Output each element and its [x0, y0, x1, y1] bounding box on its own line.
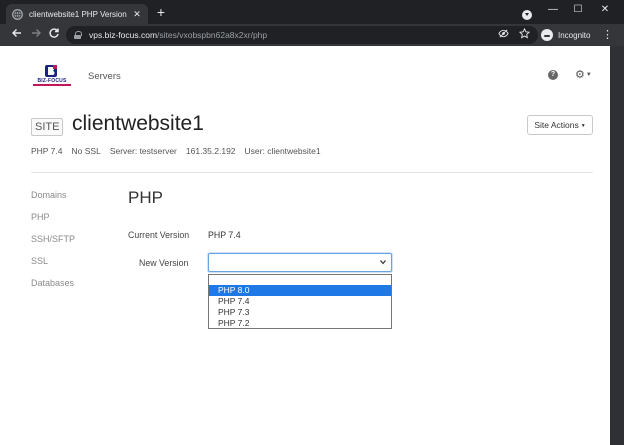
close-window-button[interactable]: ✕	[594, 2, 616, 18]
current-version-label: Current Version	[128, 230, 190, 240]
browser-titlebar: clientwebsite1 PHP Version - Biz ✕ + — ☐…	[0, 0, 624, 24]
dropdown-option-php-7-4[interactable]: PHP 7.4	[209, 296, 391, 307]
meta-ssl: No SSL	[71, 146, 101, 156]
gear-icon: ⚙	[575, 69, 585, 81]
browser-toolbar: vps.biz-focus.com/sites/vxobspbn62a8x2xr…	[0, 24, 624, 46]
chevron-down-icon	[379, 258, 387, 268]
page-viewport: BIZ-FOCUS Servers ? ⚙▼ SITE clientwebsit…	[0, 46, 610, 445]
help-circle-icon[interactable]: ?	[548, 70, 558, 80]
new-tab-button[interactable]: +	[154, 5, 168, 19]
caret-down-icon: ▼	[585, 72, 592, 79]
meta-user: User: clientwebsite1	[244, 146, 321, 156]
browser-tab[interactable]: clientwebsite1 PHP Version - Biz ✕	[6, 4, 148, 24]
new-version-select[interactable]	[208, 253, 392, 272]
kebab-menu-icon[interactable]: ⋮	[602, 27, 613, 43]
new-version-label: New Version	[139, 258, 189, 268]
nav-servers-link[interactable]: Servers	[88, 71, 121, 82]
site-tag: SITE	[31, 118, 64, 136]
meta-ip: 161.35.2.192	[185, 146, 236, 156]
lock-icon	[74, 31, 82, 39]
page-scrollbar[interactable]	[610, 46, 624, 445]
globe-icon	[12, 8, 23, 20]
sidebar-item-ssl[interactable]: SSL	[31, 256, 75, 278]
dropdown-option-php-7-3[interactable]: PHP 7.3	[209, 307, 391, 318]
incognito-icon	[541, 29, 553, 41]
divider	[31, 172, 593, 173]
sidebar-item-php[interactable]: PHP	[31, 212, 75, 234]
incognito-label: Incognito	[558, 30, 591, 40]
current-version-value: PHP 7.4	[208, 230, 241, 240]
star-icon[interactable]	[518, 27, 531, 42]
incognito-badge[interactable]: Incognito	[541, 27, 590, 43]
biz-focus-logo[interactable]: BIZ-FOCUS	[33, 64, 71, 88]
url-host: vps.biz-focus.com	[89, 30, 158, 40]
caret-down-icon: ▼	[580, 122, 586, 129]
url-path: /sites/vxobspbn62a8x2xr/php	[157, 30, 268, 40]
sidebar-item-domains[interactable]: Domains	[31, 190, 75, 212]
version-dropdown-list: PHP 8.0 PHP 7.4 PHP 7.3 PHP 7.2	[208, 274, 392, 329]
site-header: BIZ-FOCUS Servers ? ⚙▼	[0, 46, 610, 90]
site-actions-label: Site Actions	[534, 120, 579, 130]
meta-server: Server: testserver	[109, 146, 177, 156]
dropdown-option-php-7-2[interactable]: PHP 7.2	[209, 318, 391, 329]
logo-underline	[33, 84, 71, 86]
dropdown-option-blank[interactable]	[209, 275, 391, 285]
site-actions-button[interactable]: Site Actions ▼	[527, 115, 593, 135]
sidebar-item-ssh-sftp[interactable]: SSH/SFTP	[31, 234, 75, 256]
site-name: clientwebsite1	[72, 112, 204, 135]
address-bar[interactable]: vps.biz-focus.com/sites/vxobspbn62a8x2xr…	[66, 26, 538, 44]
site-sidebar: Domains PHP SSH/SFTP SSL Databases	[31, 190, 75, 300]
maximize-button[interactable]: ☐	[567, 2, 589, 18]
sidebar-item-databases[interactable]: Databases	[31, 278, 75, 300]
logo-mark-icon	[45, 65, 57, 77]
eye-off-icon[interactable]	[498, 28, 509, 42]
site-meta: PHP 7.4 No SSL Server: testserver 161.35…	[31, 146, 330, 156]
minimize-button[interactable]: —	[542, 2, 564, 18]
settings-menu[interactable]: ⚙▼	[575, 68, 592, 82]
reload-icon[interactable]	[46, 27, 62, 43]
dropdown-option-php-8-0[interactable]: PHP 8.0	[209, 285, 391, 296]
arrow-left-icon[interactable]	[9, 27, 25, 43]
page-title: PHP	[128, 188, 163, 207]
tab-close-icon[interactable]: ✕	[132, 9, 142, 20]
download-icon[interactable]	[522, 10, 532, 20]
tab-title: clientwebsite1 PHP Version - Biz	[29, 9, 128, 19]
meta-php: PHP 7.4	[31, 146, 63, 156]
arrow-right-icon[interactable]	[28, 27, 44, 43]
